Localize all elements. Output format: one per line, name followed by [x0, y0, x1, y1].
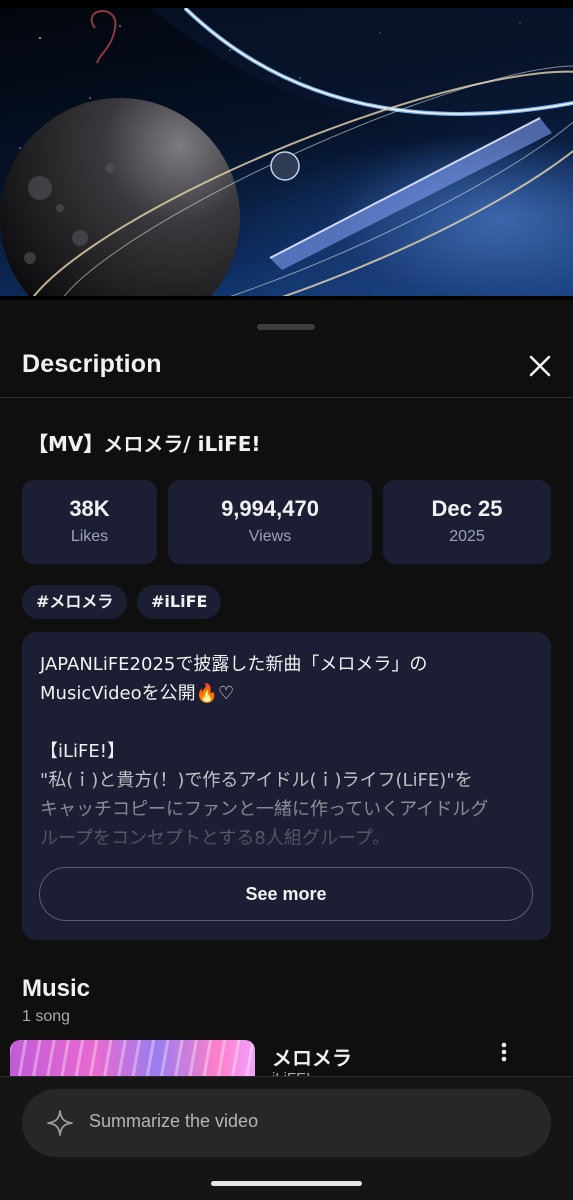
home-indicator[interactable]: [211, 1181, 362, 1186]
drag-handle[interactable]: [257, 324, 315, 330]
video-artwork: [0, 8, 573, 296]
hashtag-chip[interactable]: #iLiFE: [137, 585, 222, 619]
see-more-button[interactable]: See more: [39, 867, 533, 921]
bottom-panel: Summarize the video: [0, 1076, 573, 1200]
description-card: JAPANLiFE2025で披露した新曲「メロメラ」の MusicVideoを公…: [22, 632, 551, 940]
sparkle-icon: [47, 1110, 73, 1136]
video-title: 【MV】メロメラ/ iLiFE!: [28, 432, 261, 456]
stat-views-label: Views: [248, 528, 292, 545]
summarize-label: Summarize the video: [89, 1111, 259, 1131]
stat-date: Dec 25 2025: [383, 480, 551, 564]
more-options-button[interactable]: [492, 1040, 516, 1066]
description-fade: [22, 752, 551, 872]
stat-likes-value: 38K: [69, 496, 110, 521]
close-button[interactable]: [522, 348, 558, 384]
music-heading: Music: [22, 975, 91, 1002]
more-vert-icon: [501, 1042, 507, 1062]
stat-views: 9,994,470 Views: [168, 480, 372, 564]
stat-date-year: 2025: [449, 528, 485, 545]
description-sheet: Description 【MV】メロメラ/ iLiFE! 38K Likes 9…: [0, 310, 573, 1200]
stat-likes-label: Likes: [70, 528, 109, 545]
video-frame[interactable]: [0, 8, 573, 296]
music-title: メロメラ: [272, 1046, 352, 1070]
stat-date-value: Dec 25: [431, 496, 503, 521]
close-icon: [529, 355, 551, 377]
hashtag-chip[interactable]: #メロメラ: [22, 585, 128, 619]
stat-likes: 38K Likes: [22, 480, 157, 564]
music-count: 1 song: [22, 1008, 71, 1025]
stat-views-value: 9,994,470: [221, 496, 319, 521]
sheet-title: Description: [22, 350, 162, 378]
youtube-description-screen: Description 【MV】メロメラ/ iLiFE! 38K Likes 9…: [0, 0, 573, 1200]
video-player[interactable]: [0, 0, 573, 300]
sheet-header: Description: [0, 340, 573, 398]
summarize-button[interactable]: Summarize the video: [22, 1089, 551, 1157]
